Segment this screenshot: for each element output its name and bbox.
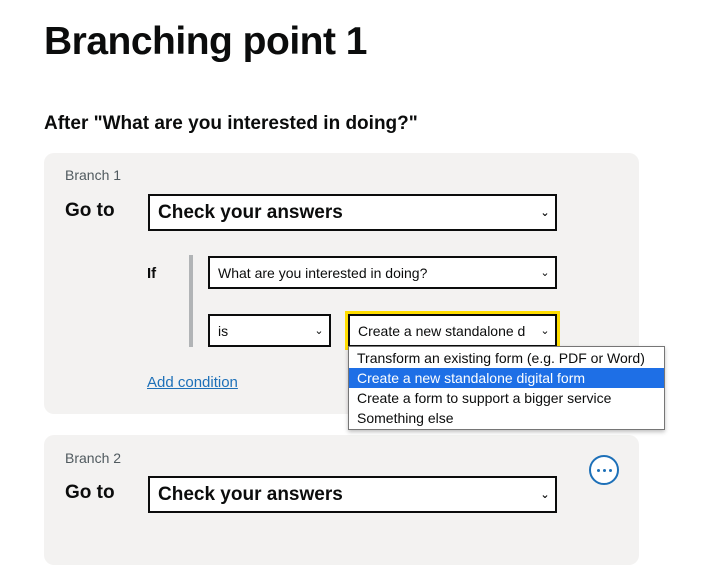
goto-select-value: Check your answers <box>158 201 343 223</box>
answer-dropdown-list: Transform an existing form (e.g. PDF or … <box>348 346 665 430</box>
goto-select[interactable]: Check your answers ⌄ <box>148 194 557 231</box>
dropdown-option[interactable]: Create a form to support a bigger servic… <box>349 388 664 408</box>
add-condition-link[interactable]: Add condition <box>147 374 238 391</box>
ellipsis-icon <box>596 468 600 472</box>
condition-divider <box>189 255 193 347</box>
branch-label: Branch 2 <box>65 450 122 466</box>
goto-select-value: Check your answers <box>158 483 343 505</box>
dropdown-option[interactable]: Transform an existing form (e.g. PDF or … <box>349 348 664 368</box>
condition-answer-select[interactable]: Create a new standalone d ⌄ <box>345 311 560 350</box>
ellipsis-dot <box>602 468 606 472</box>
chevron-down-icon: ⌄ <box>314 325 324 337</box>
ellipsis-dot <box>608 468 612 472</box>
goto-label: Go to <box>65 482 115 503</box>
question-select-value: What are you interested in doing? <box>218 264 428 281</box>
goto-label: Go to <box>65 200 115 221</box>
page-title: Branching point 1 <box>44 20 368 63</box>
branch-card-2: Branch 2 Go to Check your answers ⌄ <box>44 435 639 565</box>
operator-select-value: is <box>218 322 229 339</box>
chevron-down-icon: ⌄ <box>540 489 550 501</box>
condition-question-select[interactable]: What are you interested in doing? ⌄ <box>208 256 557 289</box>
chevron-down-icon: ⌄ <box>540 267 550 279</box>
section-heading: After "What are you interested in doing?… <box>44 113 418 134</box>
chevron-down-icon: ⌄ <box>540 325 550 337</box>
dropdown-option-selected[interactable]: Create a new standalone digital form <box>349 368 664 388</box>
goto-select[interactable]: Check your answers ⌄ <box>148 476 557 513</box>
answer-select-value: Create a new standalone d <box>358 322 526 339</box>
dropdown-option[interactable]: Something else <box>349 408 664 428</box>
chevron-down-icon: ⌄ <box>540 207 550 219</box>
condition-operator-select[interactable]: is ⌄ <box>208 314 331 347</box>
branch-label: Branch 1 <box>65 167 122 183</box>
more-options-button[interactable] <box>589 455 619 485</box>
if-label: If <box>147 265 157 282</box>
